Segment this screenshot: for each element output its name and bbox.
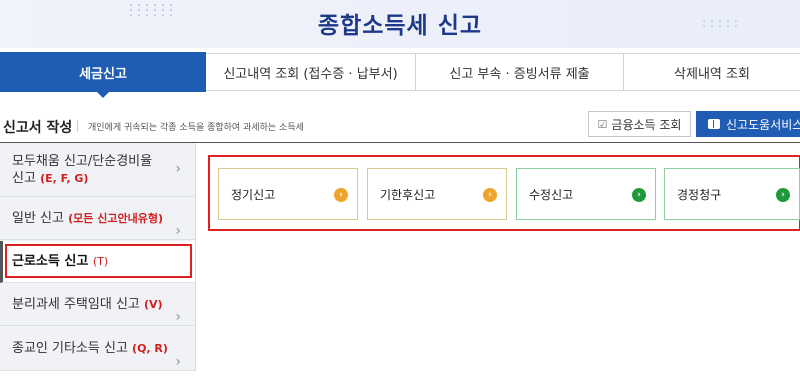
card-late-filing[interactable]: 기한후신고 ›	[367, 168, 507, 220]
tab-bar: 세금신고 신고내역 조회 (접수증 · 납부서) 신고 부속 · 증빙서류 제출…	[0, 52, 800, 98]
sidebar-item-label: 신고	[12, 171, 36, 186]
filing-help-button[interactable]: 신고도움서비스	[696, 111, 800, 137]
card-amended-filing[interactable]: 수정신고 ›	[516, 168, 656, 220]
arrow-right-icon: ›	[483, 188, 497, 202]
sidebar-item-label: 모두채움 신고/단순경비율	[12, 154, 153, 169]
filing-help-label: 신고도움서비스	[726, 117, 800, 132]
section-divider	[77, 120, 78, 132]
book-icon	[708, 119, 720, 129]
card-label: 정기신고	[231, 187, 276, 202]
highlight-box-sidebar	[5, 244, 192, 278]
card-label: 경정청구	[677, 187, 722, 202]
tab-filing-history[interactable]: 신고내역 조회 (접수증 · 납부서)	[206, 53, 416, 91]
sidebar-item-label: 일반 신고	[12, 211, 64, 226]
card-regular-filing[interactable]: 정기신고 ›	[218, 168, 358, 220]
card-correction-claim[interactable]: 경정청구 ›	[664, 168, 800, 220]
finance-income-label: 금융소득 조회	[611, 117, 682, 132]
tab-document-submit[interactable]: 신고 부속 · 증빙서류 제출	[416, 53, 624, 91]
arrow-right-icon: ›	[632, 188, 646, 202]
sidebar-item-code: (모든 신고안내유형)	[68, 212, 163, 225]
finance-income-button[interactable]: ☑ 금융소득 조회	[588, 111, 691, 137]
sidebar-item-general[interactable]: 일반 신고 (모든 신고안내유형) ›	[0, 198, 195, 240]
tab-tax-filing[interactable]: 세금신고	[0, 52, 206, 98]
section-title: 신고서 작성	[3, 120, 73, 136]
tab-deleted-history[interactable]: 삭제내역 조회	[624, 53, 800, 91]
sidebar-item-housing-rental[interactable]: 분리과세 주택임대 신고 (V) ›	[0, 284, 195, 326]
card-label: 기한후신고	[380, 187, 436, 202]
chevron-right-icon: ›	[175, 353, 181, 370]
card-label: 수정신고	[529, 187, 574, 202]
arrow-right-icon: ›	[776, 188, 790, 202]
sidebar-item-religious[interactable]: 종교인 기타소득 신고 (Q, R) ›	[0, 327, 195, 371]
sidebar-item-code: (Q, R)	[132, 342, 168, 355]
content-divider	[195, 143, 196, 371]
checkbox-icon: ☑	[597, 117, 608, 131]
sidebar-item-label: 종교인 기타소득 신고	[12, 341, 128, 356]
chevron-right-icon: ›	[175, 160, 181, 177]
page-title: 종합소득세 신고	[317, 13, 483, 39]
sidebar-item-prefilled[interactable]: 모두채움 신고/단순경비율 신고 (E, F, G) ›	[0, 143, 195, 197]
header-banner: 종합소득세 신고	[0, 0, 800, 48]
sidebar-item-code: (V)	[144, 298, 163, 311]
sidebar-item-code: (E, F, G)	[40, 172, 89, 185]
section-description: 개인에게 귀속되는 각종 소득을 종합하여 과세하는 소득세	[88, 123, 304, 133]
arrow-right-icon: ›	[334, 188, 348, 202]
sidebar-item-label: 분리과세 주택임대 신고	[12, 297, 140, 312]
